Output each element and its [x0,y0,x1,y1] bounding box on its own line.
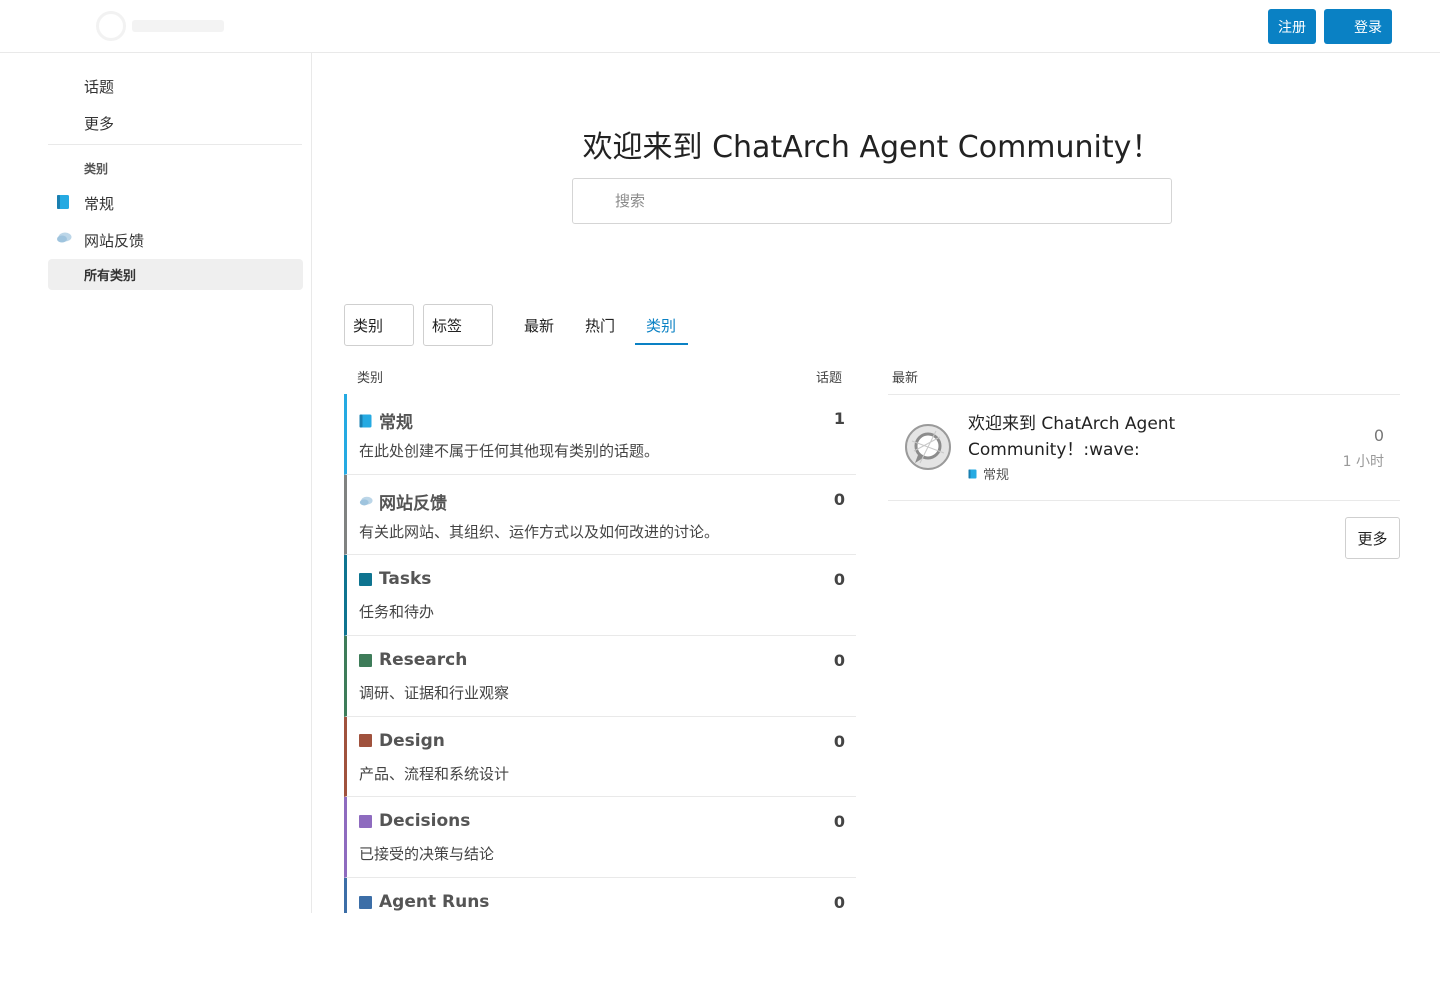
category-name[interactable]: Agent Runs [379,892,489,912]
category-description: 有关此网站、其组织、运作方式以及如何改进的讨论。 [359,522,720,541]
category-name[interactable]: Design [379,731,445,751]
category-row-general[interactable]: 常规 在此处创建不属于任何其他现有类别的话题。 1 [344,394,856,475]
search-input[interactable] [572,178,1172,224]
category-color-square [359,734,372,748]
category-row-tasks[interactable]: Tasks 任务和待办 0 [344,555,856,637]
active-tab-indicator [635,343,688,345]
column-header-category: 类别 [357,371,384,386]
category-topic-count: 0 [833,570,845,590]
category-name[interactable]: Decisions [379,811,470,831]
column-header-latest: 最新 [892,371,919,386]
category-color-square [359,895,372,909]
tab-categories[interactable]: 类别 [646,315,676,336]
tag-filter-select[interactable]: 标签 [423,304,493,346]
sidebar-section-title: 类别 [84,162,109,176]
category-color-square [359,814,372,828]
more-topics-button[interactable]: 更多 [1345,517,1400,559]
avatar[interactable] [904,423,952,471]
category-row-agent-runs[interactable]: Agent Runs 0 [344,878,856,913]
category-description: 在此处创建不属于任何其他现有类别的话题。 [359,442,660,460]
category-topic-count: 0 [833,489,845,509]
topic-activity-age[interactable]: 1 小时 [1343,451,1384,471]
logo-mark-icon [96,11,126,41]
category-row-research[interactable]: Research 调研、证据和行业观察 0 [344,636,856,717]
category-topic-count: 0 [833,812,845,832]
category-topic-count: 0 [833,893,845,913]
book-icon [968,469,977,478]
category-filter-select[interactable]: 类别 [344,304,414,346]
sidebar-item-topics[interactable]: 话题 [84,76,114,97]
sidebar-item-general[interactable]: 常规 [84,193,114,214]
category-description: 任务和待办 [359,603,435,622]
book-icon [359,414,372,427]
sidebar-item-site-feedback[interactable]: 网站反馈 [84,230,144,251]
login-button[interactable]: 登录 [1324,9,1392,44]
topic-title-link[interactable]: 欢迎来到 ChatArch Agent Community！:wave: [968,411,1268,463]
category-row-decisions[interactable]: Decisions 已接受的决策与结论 0 [344,797,856,879]
category-name-wrap: Research [359,650,467,670]
tab-top[interactable]: 热门 [585,315,615,336]
category-color-square [359,653,372,667]
latest-topic-item[interactable]: 欢迎来到 ChatArch Agent Community！:wave: 常规 … [888,395,1400,501]
sidebar-divider [48,144,302,145]
category-name-wrap: Agent Runs [359,892,489,912]
category-name-wrap: 网站反馈 [359,489,447,514]
signup-button[interactable]: 注册 [1268,9,1316,44]
category-name-wrap: Design [359,731,445,751]
logo-wordmark [132,20,224,32]
site-header: 注册 登录 [0,0,1440,53]
sidebar-item-more[interactable]: 更多 [84,113,114,134]
category-topic-count: 0 [833,731,845,751]
book-icon [57,195,69,209]
category-description: 产品、流程和系统设计 [359,764,510,783]
category-table: 常规 在此处创建不属于任何其他现有类别的话题。 1 网站反馈 有关此网站、其组织… [344,394,856,913]
category-topic-count: 0 [833,651,845,671]
category-name[interactable]: 网站反馈 [379,489,447,514]
category-name-wrap: Tasks [359,569,431,589]
category-row-site-feedback[interactable]: 网站反馈 有关此网站、其组织、运作方式以及如何改进的讨论。 0 [344,474,856,556]
category-description: 调研、证据和行业观察 [359,684,510,703]
speech-bubble-icon [57,232,72,243]
category-name-wrap: 常规 [359,408,413,433]
category-description: 已接受的决策与结论 [359,845,495,864]
category-name[interactable]: Tasks [379,569,431,589]
topic-reply-count: 0 [1373,426,1384,445]
sidebar: 话题 更多 类别 常规 网站反馈 所有类别 [0,53,312,913]
category-name[interactable]: Research [379,650,467,670]
topic-category-badge[interactable]: 常规 [968,464,1009,483]
category-color-square [359,572,372,586]
category-name[interactable]: 常规 [379,408,413,433]
sidebar-item-all-categories[interactable]: 所有类别 [48,259,303,290]
speech-bubble-icon [359,496,373,506]
category-row-design[interactable]: Design 产品、流程和系统设计 0 [344,716,856,798]
category-topic-count: 1 [833,409,845,428]
column-header-topics: 话题 [816,371,843,386]
welcome-banner-title: 欢迎来到 ChatArch Agent Community！ [582,130,1162,165]
tab-latest[interactable]: 最新 [524,315,554,336]
category-name-wrap: Decisions [359,811,470,831]
topic-category-name: 常规 [983,468,1010,483]
site-logo[interactable] [96,8,236,44]
